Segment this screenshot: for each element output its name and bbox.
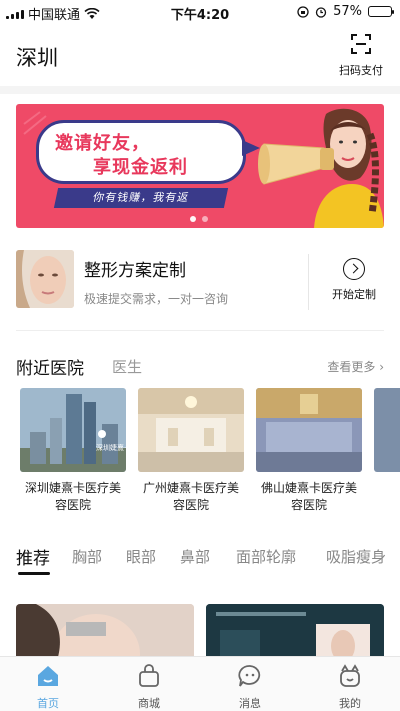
battery-icon bbox=[368, 6, 394, 17]
banner-headline-1: 邀请好友， bbox=[55, 133, 150, 154]
hospital-image: 深圳婕熹卡 bbox=[20, 388, 126, 472]
battery-percent: 57% bbox=[333, 4, 362, 19]
arrow-right-circle-icon bbox=[343, 258, 365, 280]
divider-line bbox=[16, 330, 384, 331]
active-tab-indicator bbox=[18, 572, 50, 575]
svg-text:深圳婕熹卡: 深圳婕熹卡 bbox=[96, 443, 126, 452]
plan-face-image bbox=[16, 250, 74, 308]
banner-dot[interactable] bbox=[190, 216, 196, 222]
home-icon bbox=[38, 666, 58, 686]
tab-chest[interactable]: 胸部 bbox=[72, 546, 102, 567]
tab-eyes[interactable]: 眼部 bbox=[126, 546, 156, 567]
tab-liposuction[interactable]: 吸脂瘦身 bbox=[326, 546, 386, 567]
scan-pay-label: 扫码支付 bbox=[339, 64, 383, 77]
banner-dot[interactable] bbox=[202, 216, 208, 222]
tab-doctor[interactable]: 医生 bbox=[112, 356, 142, 377]
hospital-name: 深圳婕熹卡医疗美容医院 bbox=[24, 481, 121, 512]
message-icon bbox=[238, 665, 261, 687]
banner-pagination bbox=[190, 216, 208, 222]
start-custom-label: 开始定制 bbox=[332, 288, 376, 301]
category-tabs: 推荐 胸部 眼部 鼻部 面部轮廓 吸脂瘦身 bbox=[0, 544, 400, 584]
banner-bubble: 邀请好友， 享现金返利 bbox=[36, 120, 246, 184]
banner-model-image bbox=[258, 108, 384, 228]
scan-pay-button[interactable]: 扫码支付 bbox=[336, 32, 386, 78]
tab-face-contour[interactable]: 面部轮廓 bbox=[236, 546, 296, 567]
hospital-image bbox=[138, 388, 244, 472]
nav-messages[interactable]: 消息 bbox=[220, 663, 280, 711]
nav-home[interactable]: 首页 bbox=[18, 663, 78, 711]
hospital-card-partial[interactable] bbox=[374, 388, 400, 472]
hospital-name: 广州婕熹卡医疗美容医院 bbox=[142, 481, 239, 512]
banner-headline-2: 享现金返利 bbox=[93, 157, 188, 178]
hospital-card[interactable]: 深圳婕熹卡 深圳婕熹卡医疗美容医院 bbox=[20, 388, 126, 514]
hospital-image bbox=[256, 388, 362, 472]
alarm-icon bbox=[315, 6, 327, 18]
promo-banner[interactable]: 邀请好友， 享现金返利 你有钱赚，我有返 bbox=[16, 104, 384, 228]
hospital-name: 佛山婕熹卡医疗美容医院 bbox=[260, 481, 357, 512]
profile-icon bbox=[340, 664, 360, 687]
nav-mall-label: 商城 bbox=[138, 697, 160, 710]
scan-icon bbox=[351, 34, 371, 54]
header: 深圳 扫码支付 bbox=[0, 28, 400, 80]
hospital-card[interactable]: 广州婕熹卡医疗美容医院 bbox=[138, 388, 244, 514]
city-selector[interactable]: 深圳 bbox=[16, 42, 58, 72]
view-more-link[interactable]: 查看更多 › bbox=[327, 358, 384, 375]
banner-ribbon: 你有钱赚，我有返 bbox=[53, 188, 229, 208]
shopping-bag-icon bbox=[139, 664, 159, 687]
feed-card[interactable] bbox=[16, 604, 194, 664]
nav-profile-label: 我的 bbox=[339, 697, 361, 710]
bottom-navigation: 首页 商城 消息 我的 bbox=[0, 656, 400, 711]
nav-mall[interactable]: 商城 bbox=[119, 663, 179, 711]
tab-recommend[interactable]: 推荐 bbox=[16, 544, 50, 569]
start-custom-button[interactable]: 开始定制 bbox=[324, 258, 384, 302]
tab-nearby-hospital[interactable]: 附近医院 bbox=[16, 354, 84, 379]
nav-messages-label: 消息 bbox=[239, 697, 261, 710]
nav-profile[interactable]: 我的 bbox=[320, 663, 380, 711]
rotation-lock-icon bbox=[297, 5, 309, 18]
plan-title: 整形方案定制 bbox=[84, 261, 186, 281]
plan-divider bbox=[308, 254, 309, 310]
nearby-header: 附近医院 医生 查看更多 › bbox=[16, 354, 384, 379]
tab-nose[interactable]: 鼻部 bbox=[180, 546, 210, 567]
status-bar: 中国联通 下午4:20 57% bbox=[0, 0, 400, 24]
feed-card[interactable] bbox=[206, 604, 384, 664]
plan-subtitle: 极速提交需求，一对一咨询 bbox=[84, 292, 229, 306]
section-divider bbox=[0, 86, 400, 94]
hospital-card[interactable]: 佛山婕熹卡医疗美容医院 bbox=[256, 388, 362, 514]
custom-plan-card[interactable]: 整形方案定制 极速提交需求，一对一咨询 开始定制 bbox=[16, 250, 384, 314]
nav-home-label: 首页 bbox=[37, 697, 59, 710]
